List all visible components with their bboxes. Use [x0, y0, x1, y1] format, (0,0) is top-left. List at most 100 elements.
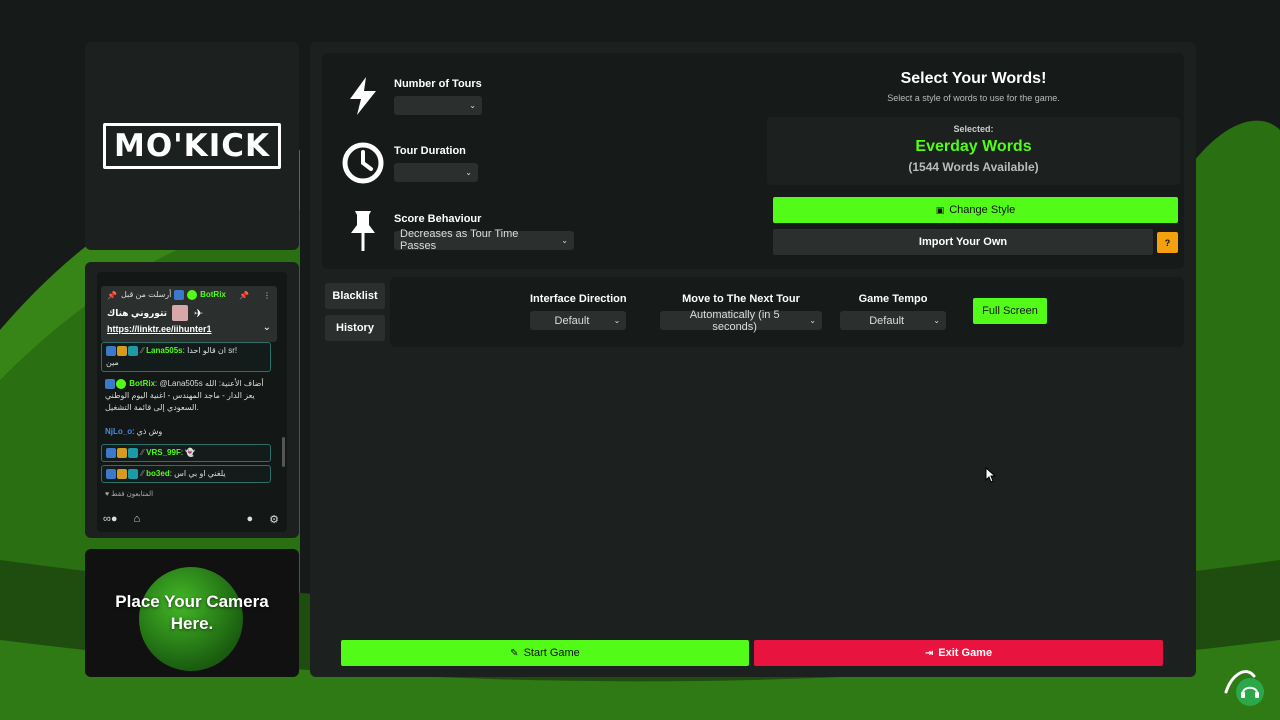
badge-icon [128, 447, 138, 458]
exit-icon: ⇥ [924, 647, 934, 659]
chat-scrollbar[interactable] [282, 437, 285, 467]
tab-blacklist[interactable]: Blacklist [325, 283, 385, 309]
logo-panel: MO'KICK [85, 42, 299, 250]
help-button[interactable]: ? [1157, 232, 1178, 253]
chat-message: BotRix: @Lana505s أضاف الأعنية: الله يعز… [105, 378, 264, 412]
chat-embed[interactable]: 📌 أرسلت من قبل BotRix 📌 ⋮ تتوروني هناك ✈… [97, 272, 287, 532]
start-game-button[interactable]: ✎ Start Game [341, 640, 749, 666]
chevron-down-icon: ⌄ [933, 316, 940, 325]
badge-icon [173, 290, 184, 300]
options-bar: Blacklist History Interface Direction De… [322, 277, 1184, 347]
word-selection: Select Your Words! Select a style of wor… [767, 53, 1180, 185]
unpin-icon[interactable]: 📌 [239, 291, 249, 300]
selected-label: Selected: [953, 124, 994, 134]
crown-icon [117, 447, 127, 458]
chat-footer: ∞● ⌂ ● ⚙ [103, 513, 279, 526]
chat-username[interactable]: NjLo_o [105, 427, 132, 436]
pinned-user: BotRix [200, 290, 226, 300]
chat-username[interactable]: Lana505s [146, 346, 182, 355]
game-settings: Number of Tours ⌄ Tour Duration ⌄ Score … [322, 53, 1184, 269]
import-your-own-button[interactable]: Import Your Own [773, 229, 1153, 255]
gear-icon[interactable]: ⚙ [269, 513, 279, 526]
chat-text: يلغني او بي اس [174, 469, 226, 478]
chat-username[interactable]: BotRix [129, 379, 155, 388]
words-available: (1544 Words Available) [908, 160, 1039, 174]
badge-icon [106, 447, 116, 458]
chevron-down-icon: ⌄ [561, 235, 568, 245]
exit-game-button[interactable]: ⇥ Exit Game [754, 640, 1163, 666]
chat-message: ⁄⁄ VRS_99F: 👻 [101, 444, 271, 462]
pinned-title: تتوروني هناك [107, 307, 167, 318]
crown-icon [117, 345, 127, 356]
score-label: Score Behaviour [394, 212, 482, 225]
emote-icon: 👻 [185, 448, 196, 457]
chat-text: وش ذي [136, 427, 163, 436]
avatar [172, 305, 188, 321]
score-select[interactable]: Decreases as Tour Time Passes ⌄ [394, 228, 574, 252]
full-screen-button[interactable]: Full Screen [973, 298, 1047, 324]
words-subtitle: Select a style of words to use for the g… [887, 93, 1060, 103]
chat-message: ⁄⁄ bo3ed: يلغني او بي اس [101, 465, 271, 483]
tab-history[interactable]: History [325, 315, 385, 341]
badge-icon [105, 378, 115, 389]
clock-icon [340, 140, 386, 186]
tempo-select[interactable]: Default ⌄ [840, 311, 946, 330]
setting-number-of-tours: Number of Tours ⌄ [340, 73, 482, 119]
pencil-icon: ✎ [510, 647, 519, 659]
support-widget-button[interactable] [1224, 664, 1270, 710]
pin-icon: 📌 [107, 290, 117, 300]
setting-tour-duration: Tour Duration ⌄ [340, 140, 478, 186]
mouse-cursor-icon [985, 467, 997, 483]
tours-label: Number of Tours [394, 77, 482, 90]
headset-icon [1224, 670, 1264, 706]
pinned-link[interactable]: https://linktr.ee/iihunter1 [107, 324, 212, 334]
chat-text: مين [106, 358, 119, 367]
store-icon[interactable]: ⌂ [134, 513, 141, 526]
duration-select[interactable]: ⌄ [394, 162, 478, 182]
chat-message: ⁄⁄ Lana505s: ان قالو احدا sr! مين [101, 342, 271, 372]
chevron-down-icon: ⌄ [809, 316, 816, 325]
chat-message: NjLo_o: وش ذي [105, 427, 163, 436]
direction-select[interactable]: Default ⌄ [530, 311, 627, 330]
chevron-down-icon[interactable]: ⌄ [263, 322, 271, 333]
pushpin-icon [340, 208, 386, 254]
mokick-logo: MO'KICK [102, 123, 282, 169]
tours-select[interactable]: ⌄ [394, 95, 482, 115]
chat-text: ان قالو احدا sr! [187, 346, 238, 355]
infinity-icon[interactable]: ∞● [103, 513, 118, 526]
more-icon[interactable]: ⋮ [263, 291, 271, 300]
emote-picker-icon[interactable]: ● [246, 513, 253, 526]
words-title: Select Your Words! [900, 70, 1047, 87]
camera-text: Place Your Camera Here. [115, 592, 269, 633]
verified-icon [186, 290, 197, 300]
badge-icon [106, 468, 116, 479]
chat-username[interactable]: VRS_99F [146, 448, 181, 457]
option-next-tour: Move to The Next Tour Automatically (in … [660, 293, 822, 333]
option-game-tempo: Game Tempo Default ⌄ [840, 293, 946, 330]
pinned-message[interactable]: 📌 أرسلت من قبل BotRix 📌 ⋮ تتوروني هناك ✈… [101, 286, 277, 342]
badge-icon [128, 345, 138, 356]
duration-label: Tour Duration [394, 144, 466, 157]
chat-username[interactable]: bo3ed [146, 469, 170, 478]
followers-only-notice: ♥ المتابعون فقط [105, 491, 154, 498]
chat-panel: 📌 أرسلت من قبل BotRix 📌 ⋮ تتوروني هناك ✈… [85, 262, 299, 538]
verified-icon [116, 378, 126, 389]
next-tour-select[interactable]: Automatically (in 5 seconds) ⌄ [660, 309, 822, 333]
badge-icon [106, 345, 116, 356]
option-interface-direction: Interface Direction Default ⌄ [530, 293, 627, 330]
pinned-by-label: أرسلت من قبل [120, 290, 172, 300]
camera-placeholder: Place Your Camera Here. [85, 549, 299, 677]
chevron-down-icon: ⌄ [613, 316, 621, 325]
chevron-down-icon: ⌄ [465, 167, 472, 177]
send-icon: ✈ [194, 307, 204, 320]
chevron-down-icon: ⌄ [469, 100, 476, 110]
setting-score-behaviour: Score Behaviour Decreases as Tour Time P… [340, 208, 574, 254]
book-icon: ▣ [935, 204, 945, 215]
heart-icon: ♥ [105, 491, 110, 498]
game-options: Interface Direction Default ⌄ Move to The… [390, 277, 1184, 347]
selected-style-box: Selected: Everday Words (1544 Words Avai… [767, 117, 1180, 185]
change-style-button[interactable]: ▣ Change Style [773, 197, 1178, 223]
selected-style-name: Everday Words [915, 138, 1032, 155]
main-panel: Number of Tours ⌄ Tour Duration ⌄ Score … [310, 42, 1196, 677]
crown-icon [117, 468, 127, 479]
